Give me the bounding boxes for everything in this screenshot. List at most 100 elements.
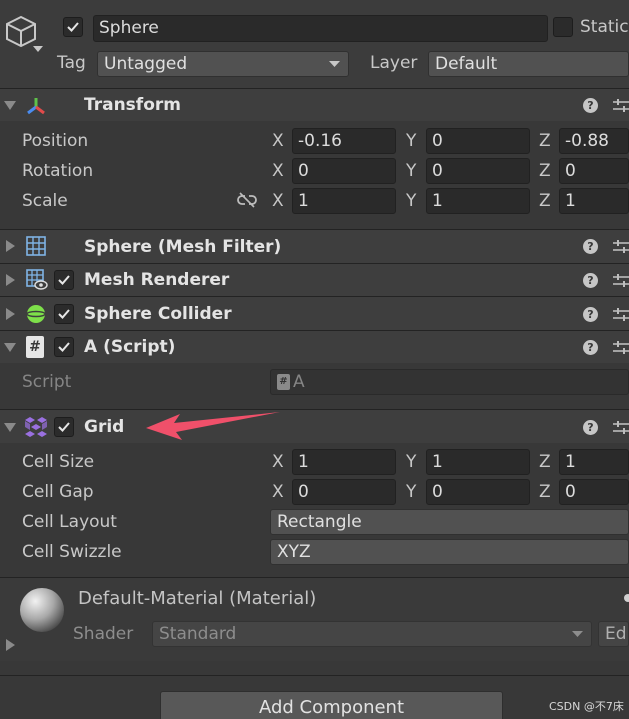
mesh-renderer-enabled-checkbox[interactable] bbox=[54, 270, 74, 290]
rotation-y-input[interactable]: 0 bbox=[426, 158, 530, 184]
grid-header[interactable]: Grid ? bbox=[0, 409, 629, 443]
position-y-axis[interactable]: Y bbox=[406, 131, 416, 151]
scale-z-axis[interactable]: Z bbox=[539, 191, 551, 211]
foldout-arrow-icon[interactable] bbox=[6, 639, 15, 651]
cell-gap-z-input[interactable]: 0 bbox=[559, 479, 629, 505]
sphere-collider-header[interactable]: Sphere Collider ? bbox=[0, 296, 629, 330]
rotation-z-axis[interactable]: Z bbox=[539, 161, 551, 181]
layer-value: Default bbox=[435, 54, 498, 74]
position-y-input[interactable]: 0 bbox=[426, 128, 530, 154]
position-z-axis[interactable]: Z bbox=[539, 131, 551, 151]
script-field: # A bbox=[270, 369, 629, 395]
chevron-down-icon bbox=[329, 61, 340, 67]
scale-x-axis[interactable]: X bbox=[272, 191, 284, 211]
chevron-down-icon bbox=[572, 631, 583, 637]
cell-size-z-input[interactable]: 1 bbox=[559, 449, 629, 475]
cell-gap-y-input[interactable]: 0 bbox=[426, 479, 530, 505]
help-icon[interactable]: ? bbox=[583, 340, 598, 355]
settings-sliders-icon[interactable] bbox=[612, 97, 629, 114]
add-component-button[interactable]: Add Component bbox=[160, 691, 503, 719]
help-icon[interactable]: ? bbox=[583, 307, 598, 322]
settings-sliders-icon[interactable] bbox=[612, 272, 629, 289]
checkmark-icon bbox=[58, 309, 70, 319]
foldout-arrow-icon[interactable] bbox=[6, 240, 15, 252]
tag-value: Untagged bbox=[104, 54, 188, 74]
cell-gap-y-axis[interactable]: Y bbox=[406, 482, 416, 502]
scale-y-input[interactable]: 1 bbox=[426, 188, 530, 214]
help-icon[interactable]: ? bbox=[583, 239, 598, 254]
rotation-z-input[interactable]: 0 bbox=[559, 158, 629, 184]
cell-swizzle-value: XYZ bbox=[277, 542, 311, 562]
help-icon[interactable]: ? bbox=[583, 420, 598, 435]
constrain-proportions-icon[interactable] bbox=[237, 192, 257, 208]
cell-gap-x-axis[interactable]: X bbox=[272, 482, 284, 502]
scale-x-input[interactable]: 1 bbox=[292, 188, 396, 214]
material-sphere-preview-icon[interactable] bbox=[19, 587, 65, 633]
static-label: Static bbox=[580, 17, 629, 37]
rotation-x-input[interactable]: 0 bbox=[292, 158, 396, 184]
mesh-renderer-title: Mesh Renderer bbox=[84, 270, 230, 290]
mesh-grid-icon bbox=[26, 236, 46, 256]
settings-sliders-icon[interactable] bbox=[612, 238, 629, 255]
transform-axes-icon bbox=[27, 98, 45, 115]
foldout-arrow-icon[interactable] bbox=[4, 101, 16, 110]
help-icon[interactable]: ? bbox=[583, 98, 598, 113]
shader-label: Shader bbox=[73, 624, 134, 644]
transform-header[interactable]: Transform ? bbox=[0, 88, 629, 121]
mesh-renderer-header[interactable]: Mesh Renderer ? bbox=[0, 263, 629, 296]
scale-z-input[interactable]: 1 bbox=[559, 188, 629, 214]
position-z-input[interactable]: -0.88 bbox=[559, 128, 629, 154]
rotation-label: Rotation bbox=[22, 161, 94, 181]
sphere-collider-enabled-checkbox[interactable] bbox=[54, 304, 74, 324]
add-component-divider bbox=[0, 675, 629, 676]
shader-dropdown[interactable]: Standard bbox=[152, 621, 592, 647]
settings-sliders-icon[interactable] bbox=[612, 339, 629, 356]
position-label: Position bbox=[22, 131, 89, 151]
layer-dropdown[interactable]: Default bbox=[428, 51, 629, 77]
mesh-filter-header[interactable]: Sphere (Mesh Filter) ? bbox=[0, 229, 629, 263]
cell-gap-z-axis[interactable]: Z bbox=[539, 482, 551, 502]
settings-sliders-icon[interactable] bbox=[612, 306, 629, 323]
object-header: Sphere Static Tag Untagged Layer Default bbox=[0, 0, 629, 88]
script-enabled-checkbox[interactable] bbox=[54, 337, 74, 357]
grid-enabled-checkbox[interactable] bbox=[54, 417, 74, 437]
foldout-arrow-icon[interactable] bbox=[4, 423, 16, 432]
cell-layout-value: Rectangle bbox=[277, 512, 362, 532]
tag-dropdown[interactable]: Untagged bbox=[97, 51, 349, 77]
gameobject-cube-icon bbox=[6, 15, 36, 48]
layer-label: Layer bbox=[370, 53, 418, 73]
script-file-icon: # bbox=[277, 374, 290, 390]
foldout-arrow-icon[interactable] bbox=[4, 343, 16, 352]
object-name-input[interactable]: Sphere bbox=[93, 15, 548, 42]
rotation-y-axis[interactable]: Y bbox=[406, 161, 416, 181]
cell-layout-dropdown[interactable]: Rectangle bbox=[270, 509, 629, 535]
chevron-down-icon[interactable] bbox=[33, 46, 43, 54]
position-x-axis[interactable]: X bbox=[272, 131, 284, 151]
shader-edit-button[interactable]: Ed bbox=[598, 621, 629, 647]
cell-size-y-input[interactable]: 1 bbox=[426, 449, 530, 475]
cell-size-y-axis[interactable]: Y bbox=[406, 452, 416, 472]
cell-size-z-axis[interactable]: Z bbox=[539, 452, 551, 472]
foldout-arrow-icon[interactable] bbox=[6, 308, 15, 320]
active-checkbox[interactable] bbox=[63, 17, 83, 37]
cell-size-x-input[interactable]: 1 bbox=[292, 449, 396, 475]
settings-sliders-icon[interactable] bbox=[612, 419, 629, 436]
position-x-input[interactable]: -0.16 bbox=[292, 128, 396, 154]
rotation-x-axis[interactable]: X bbox=[272, 161, 284, 181]
material-dot-icon bbox=[624, 594, 629, 602]
transform-title: Transform bbox=[84, 95, 181, 115]
cell-swizzle-dropdown[interactable]: XYZ bbox=[270, 539, 629, 565]
cell-size-x-axis[interactable]: X bbox=[272, 452, 284, 472]
foldout-arrow-icon[interactable] bbox=[6, 274, 15, 286]
checkmark-icon bbox=[58, 422, 70, 432]
mesh-renderer-icon bbox=[26, 269, 48, 290]
script-component-header[interactable]: # A (Script) ? bbox=[0, 330, 629, 363]
watermark-text: CSDN @不7床 bbox=[549, 700, 624, 713]
help-icon[interactable]: ? bbox=[583, 273, 598, 288]
annotation-arrow-icon bbox=[146, 412, 280, 440]
material-section: Default-Material (Material) Shader Stand… bbox=[0, 578, 629, 661]
script-label: Script bbox=[22, 372, 72, 392]
static-checkbox[interactable] bbox=[553, 17, 573, 37]
scale-y-axis[interactable]: Y bbox=[406, 191, 416, 211]
cell-gap-x-input[interactable]: 0 bbox=[292, 479, 396, 505]
